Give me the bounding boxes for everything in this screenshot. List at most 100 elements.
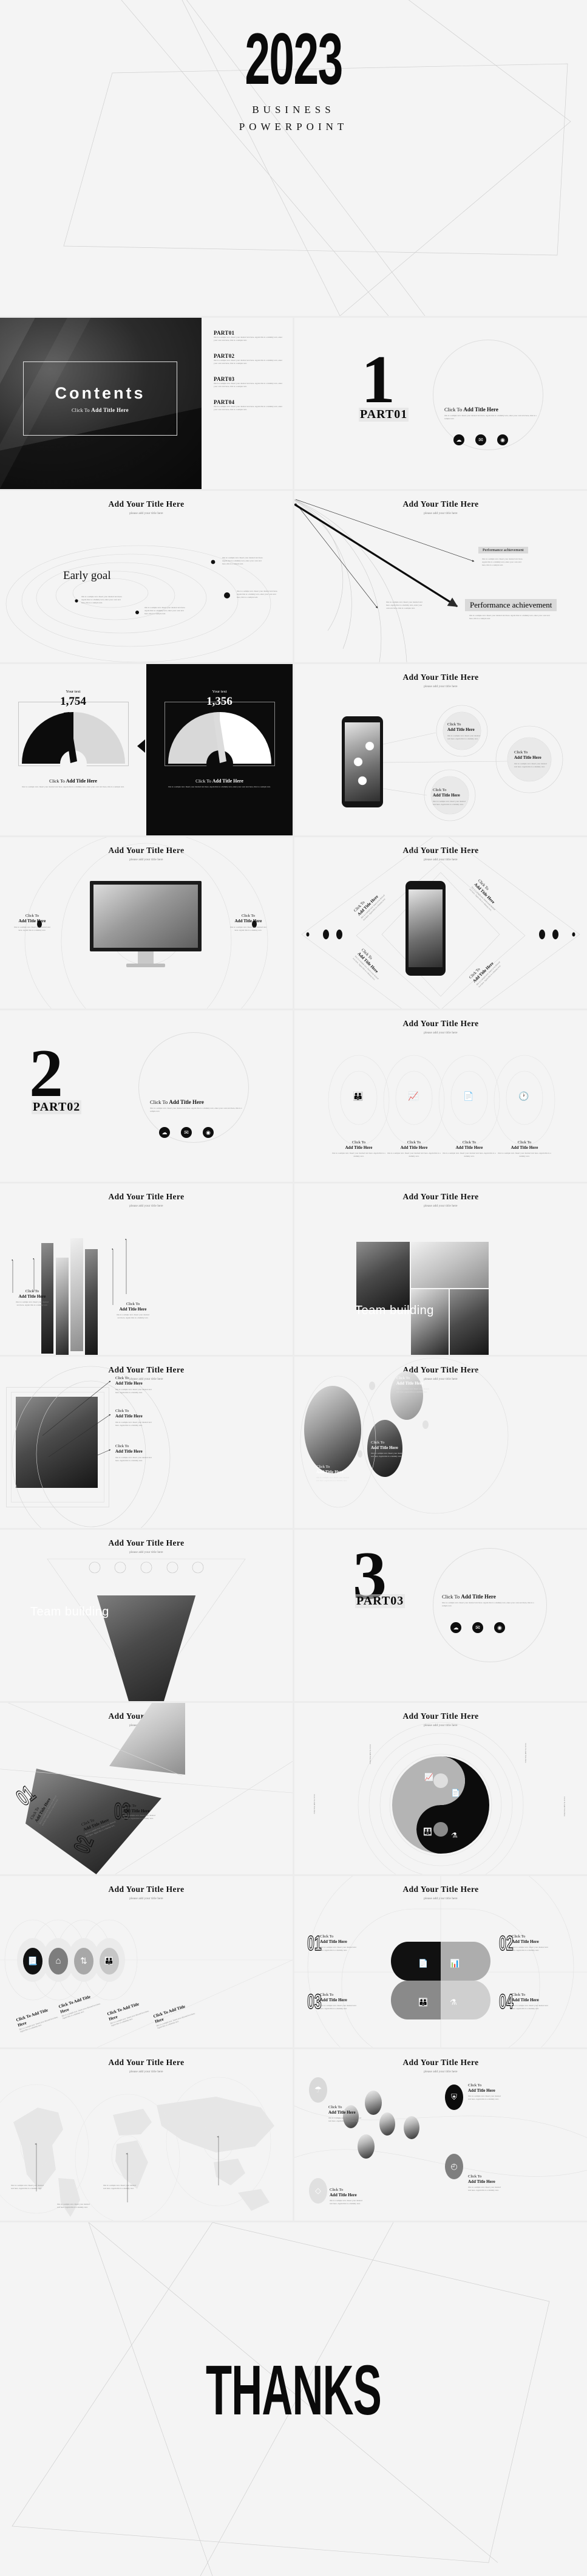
page-subtitle: please add your title here [129, 1205, 163, 1208]
clock-icon[interactable]: 🕐 [518, 1092, 529, 1102]
quad-caption: Click To Add Title Here this is a sample … [512, 1934, 548, 1951]
slide-quad: Add Your Title Here please add your titl… [294, 1876, 587, 2047]
slide-row-2: Add Your Title Here please add your titl… [0, 491, 587, 662]
early-goal-label: Early goal [63, 569, 111, 582]
document-chart-icon[interactable]: 📃 [23, 1948, 42, 1975]
social-row: ☁ ✉ ◉ [450, 1622, 505, 1633]
photo-strip [85, 1249, 98, 1355]
shield-icon[interactable]: ⛨ [445, 2084, 463, 2110]
radar-body-large: this is a sample text. Insert your desir… [469, 614, 550, 620]
callout-block: Click To Add Title Here this is a sample … [115, 1409, 152, 1427]
svg-text:📊: 📊 [450, 1959, 460, 1968]
slide-contents: Contents Click To Add Title Here PART01 … [0, 318, 293, 489]
contents-item-label: PART03 [214, 375, 235, 382]
svg-text:⚗: ⚗ [451, 1831, 458, 1840]
home-icon[interactable]: ⌂ [49, 1948, 68, 1975]
cover-subtitle-2: POWERPOINT [239, 121, 348, 133]
slide-row-6: Add Your Title Here please add your titl… [0, 1184, 587, 1355]
diamond-icon[interactable]: ◇ [309, 2178, 327, 2204]
collage-oval [304, 1386, 361, 1473]
gauge-panel-light: Your text 1,754 Click To Add Title Here [0, 664, 146, 835]
gauge-footer: Click To Add Title Here this is a sample… [156, 778, 283, 789]
document-icon[interactable]: 📄 [463, 1092, 473, 1102]
contents-item-body: this is a sample text. Insert your desir… [214, 336, 283, 341]
transfer-icon[interactable]: ⇅ [74, 1948, 93, 1975]
wechat-icon[interactable]: ✉ [181, 1127, 192, 1138]
svg-text:📈: 📈 [424, 1773, 433, 1781]
contents-heading: Contents [55, 384, 146, 402]
svg-text:⚗: ⚗ [450, 1998, 457, 2007]
gauge-footer: Click To Add Title Here this is a sample… [10, 778, 137, 789]
gauge-footer-body: this is a sample text. Insert your desir… [22, 786, 124, 788]
list-item[interactable]: PART02 this is a sample text. Insert you… [214, 353, 287, 365]
gauge-footer-title: Click To Add Title Here [195, 778, 243, 784]
collage-photo [356, 1242, 410, 1310]
cloud-icon[interactable]: ☁ [159, 1127, 170, 1138]
page-title: Add Your Title Here [402, 1019, 479, 1028]
slide-early-goal: Add Your Title Here please add your titl… [0, 491, 293, 662]
slide-row-4: Add Your Title Here please add your titl… [0, 837, 587, 1009]
status-badge: Performance achievement [478, 547, 528, 553]
page-title: Add Your Title Here [108, 1885, 185, 1894]
weibo-icon[interactable]: ◉ [494, 1622, 505, 1633]
cloud-icon[interactable]: ☁ [450, 1622, 461, 1633]
part-label: PART02 [32, 1100, 82, 1114]
team-callout: Click To Add Title Here this is a sample … [330, 2188, 362, 2205]
gauge-footer-title: Click To Add Title Here [49, 778, 97, 784]
part-click-bold: Add Title Here [463, 406, 498, 413]
list-item[interactable]: PART03 this is a sample text. Insert you… [214, 376, 287, 388]
slide-team-building-collage: Add Your Title Here please add your titl… [294, 1184, 587, 1355]
orbit-node-body: this is a sample text. Insert your desir… [237, 590, 278, 598]
list-item[interactable]: PART01 this is a sample text. Insert you… [214, 330, 287, 342]
wechat-icon[interactable]: ✉ [475, 434, 486, 445]
contents-item-body: this is a sample text. Insert your desir… [214, 382, 283, 388]
slide-world-map: Add Your Title Here please add your titl… [0, 2049, 293, 2221]
list-item[interactable]: PART04 this is a sample text. Insert you… [214, 399, 287, 411]
weibo-icon[interactable]: ◉ [203, 1127, 214, 1138]
slide-thanks: THANKS [0, 2222, 587, 2576]
weibo-icon[interactable]: ◉ [497, 434, 508, 445]
slide-gauges: Your text 1,754 Click To Add Title Here [0, 664, 293, 835]
wechat-icon[interactable]: ✉ [472, 1622, 483, 1633]
family-icon[interactable]: 👪 [353, 1092, 363, 1102]
slide-row-7: Add Your Title Here please add your titl… [0, 1357, 587, 1528]
team-callout: Click To Add Title Here this is a sample … [328, 2105, 361, 2122]
avatar [358, 2134, 375, 2159]
part-body: this is a sample text. Insert your desir… [444, 414, 537, 420]
avatar [404, 2116, 419, 2139]
part-text-block: Click To Add Title Here this is a sample… [442, 1594, 535, 1608]
svg-text:👪: 👪 [423, 1828, 432, 1836]
gauge-caption: Your text [212, 690, 227, 694]
page-title: Add Your Title Here [402, 1365, 479, 1374]
page-subtitle: please add your title here [424, 1724, 458, 1727]
social-row: ☁ ✉ ◉ [159, 1127, 214, 1138]
clock-icon[interactable]: ◴ [445, 2154, 463, 2179]
family-icon[interactable]: 👪 [100, 1948, 119, 1975]
swirl-label: Click To Add Title Here [369, 1744, 372, 1764]
page-title: Add Your Title Here [402, 1711, 479, 1721]
part-click-light: Click To [444, 406, 463, 413]
page-title: Add Your Title Here [108, 1538, 185, 1547]
cloud-icon[interactable]: ☁ [453, 434, 464, 445]
slide-photo-strips: Add Your Title Here please add your titl… [0, 1184, 293, 1355]
slide-row-9: Add Your Title Here please add your titl… [0, 1703, 587, 1874]
svg-text:📄: 📄 [451, 1789, 460, 1797]
icon-caption: Click To Add Title Here this is a sample … [443, 1140, 496, 1157]
radar-lineart [294, 491, 587, 662]
callout-block: Click To Add Title Here this is a sample … [115, 1444, 152, 1462]
contents-frame: Contents Click To Add Title Here [23, 361, 177, 436]
map-pin-body: this is a sample text. Insert your desir… [11, 2184, 44, 2190]
slide-tablet: Add Your Title Here please add your titl… [294, 837, 587, 1009]
swirl-rings: 📈 📄 👪 ⚗ [294, 1703, 587, 1874]
chain-caption: Click To Add Title Here this is a sample… [106, 2001, 150, 2027]
imac-bezel [90, 881, 202, 951]
orbit-node-body: this is a sample text. Insert your desir… [81, 595, 123, 604]
umbrella-icon[interactable]: ☂ [309, 2077, 327, 2103]
callout-block: Click To Add Title Here this is a sample … [447, 722, 480, 740]
callout-block: Click To Add Title Here this is a sample … [469, 879, 496, 912]
page-subtitle: please add your title here [424, 512, 458, 515]
part-body: this is a sample text. Insert your desir… [442, 1601, 534, 1607]
icon-caption: Click To Add Title Here this is a sample … [332, 1140, 385, 1157]
team-callout: Click To Add Title Here this is a sample … [468, 2174, 501, 2191]
growth-chart-icon[interactable]: 📈 [408, 1092, 418, 1102]
